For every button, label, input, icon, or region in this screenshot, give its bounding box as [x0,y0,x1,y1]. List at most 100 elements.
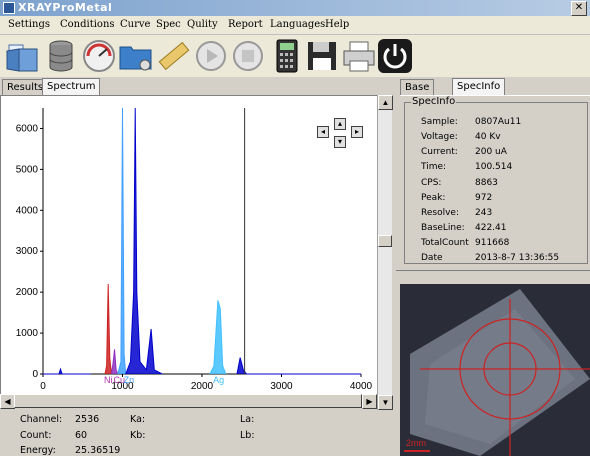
spectrum-series-2 [117,107,127,375]
date-label: Date [421,253,443,263]
scroll-right-button[interactable]: ▶ [362,394,377,409]
menu-bar: Settings Conditions Curve Spec Qulity Re… [0,16,590,35]
print-icon[interactable] [340,37,378,75]
toolbar [0,35,590,77]
spec-info-group-label: SpecInfo [411,96,457,107]
app-icon [3,2,15,14]
horizontal-scroll-thumb[interactable] [14,394,362,408]
spectrum-series-0 [104,283,112,375]
menu-curve[interactable]: Curve [120,19,150,30]
peak-label: Peak: [421,193,446,203]
save-icon[interactable] [303,37,341,75]
vertical-scrollbar[interactable]: ▲ ▼ [377,95,393,410]
pan-up-button[interactable]: ▴ [334,118,346,130]
tab-spec-info[interactable]: SpecInfo [452,78,506,95]
window-title: XRAYProMetal [18,1,113,14]
title-bar: XRAYProMetal ✕ [0,0,590,16]
time-label: Time: [421,162,447,172]
channel-value: 2536 [75,414,100,425]
spectrum-series-4 [43,367,91,375]
scale-label: 2mm [406,438,426,448]
element-label-ni: Ni [104,375,113,385]
status-panel: Channel: 2536 Ka: La: Count: 60 Kb: Lb: … [0,410,395,456]
menu-qulity[interactable]: Qulity [187,19,218,30]
vertical-scroll-thumb[interactable] [378,235,392,247]
menu-spec[interactable]: Spec [156,19,181,30]
menu-report[interactable]: Report [228,19,263,30]
element-label-zn: Zn [124,375,135,385]
close-button[interactable]: ✕ [571,1,587,16]
ruler-icon[interactable] [155,37,193,75]
current-label: Current: [421,147,458,157]
sample-value: 0807Au11 [475,117,522,127]
voltage-label: Voltage: [421,132,458,142]
time-value: 100.514 [475,162,513,172]
menu-settings[interactable]: Settings [8,19,50,30]
cps-value: 8863 [475,178,498,188]
date-value: 2013-8-7 13:36:55 [475,253,560,263]
menu-help[interactable]: Help [325,19,349,30]
voltage-value: 40 Kv [475,132,501,142]
element-label-ag: Ag [213,375,224,385]
sample-label: Sample: [421,117,458,127]
energy-label: Energy: [20,445,56,456]
y-tick-label: 0 [32,369,38,380]
x-tick-label: 4000 [350,381,373,392]
totalcount-value: 911668 [475,238,510,248]
camera-image: 2mm [400,284,590,456]
open-folder-icon[interactable] [3,37,41,75]
channel-label: Channel: [20,414,63,425]
ka-label: Ka: [130,414,146,425]
y-tick-label: 6000 [16,123,39,134]
spectrum-chart[interactable]: 01000200030004000500060000 1000 2000 3000 40… [1,96,379,401]
la-label: La: [240,414,255,425]
spec-info-group: SpecInfo Sample: 0807Au11 Voltage: 40 Kv… [404,96,588,264]
folder-settings-icon[interactable] [117,37,155,75]
x-tick-label: 0 [40,381,46,392]
y-tick-label: 2000 [16,287,39,298]
count-value: 60 [75,430,88,441]
tab-base-info[interactable]: Base Info [400,79,435,108]
lb-label: Lb: [240,430,255,441]
energy-value: 25.36519 [75,445,121,456]
spectrum-series-3 [125,107,163,375]
baseline-label: BaseLine: [421,223,465,233]
baseline-value: 422.41 [475,223,507,233]
resolve-value: 243 [475,208,493,218]
kb-label: Kb: [130,430,146,441]
spectrum-series-5 [209,300,227,375]
cps-label: CPS: [421,178,442,188]
pan-down-button[interactable]: ▾ [334,136,346,148]
database-icon[interactable] [42,37,80,75]
power-icon[interactable] [376,37,414,75]
scroll-down-button[interactable]: ▼ [378,395,393,410]
y-tick-label: 5000 [16,164,39,175]
count-label: Count: [20,430,52,441]
panel-divider[interactable] [396,270,590,283]
resolve-label: Resolve: [421,208,459,218]
horizontal-scrollbar[interactable]: ◀ ▶ [0,394,377,409]
tab-spectrum[interactable]: Spectrum [42,78,101,95]
x-tick-label: 2000 [191,381,214,392]
pan-left-button[interactable]: ◂ [317,126,329,138]
calculator-icon[interactable] [268,37,306,75]
menu-languages[interactable]: Languages [270,19,325,30]
spectrum-series-6 [236,357,361,375]
pan-right-button[interactable]: ▸ [351,126,363,138]
spectrum-chart-panel: 0 1000 2000 3000 4000 5000 6000 0 1000 2000 3000 40… [0,95,380,402]
current-value: 200 uA [475,147,507,157]
y-tick-label: 1000 [16,328,39,339]
play-icon[interactable] [192,37,230,75]
totalcount-label: TotalCount [421,238,469,248]
stop-icon[interactable] [229,37,267,75]
gauge-icon[interactable] [80,37,118,75]
x-tick-label: 3000 [270,381,293,392]
spec-info-panel: SpecInfo Sample: 0807Au11 Voltage: 40 Kv… [400,95,590,271]
spectrum-series-1 [110,349,119,375]
camera-view[interactable]: 2mm [400,284,590,456]
scroll-up-button[interactable]: ▲ [378,95,393,110]
menu-conditions[interactable]: Conditions [60,19,115,30]
y-tick-label: 4000 [16,205,39,216]
scroll-left-button[interactable]: ◀ [0,394,15,409]
y-tick-label: 3000 [16,246,39,257]
